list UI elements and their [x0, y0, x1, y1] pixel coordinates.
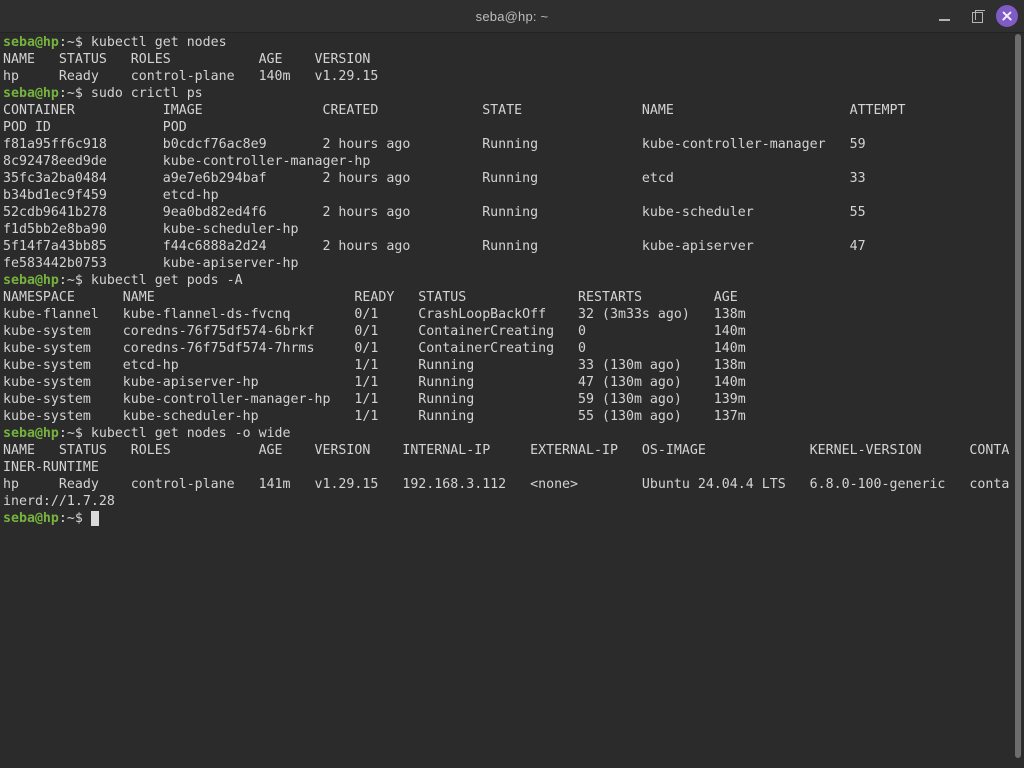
terminal-content[interactable]: seba@hp:~$ kubectl get nodesNAME STATUS …	[0, 33, 1024, 768]
terminal-line: seba@hp:~$ kubectl get nodes	[3, 34, 1024, 51]
minimize-icon	[939, 19, 950, 21]
prompt-suffix: :~$	[59, 511, 91, 526]
terminal-line: seba@hp:~$ kubectl get pods -A	[3, 272, 1024, 289]
prompt-user: seba@hp	[3, 86, 59, 101]
restore-window-icon	[972, 12, 983, 23]
prompt-user: seba@hp	[3, 426, 59, 441]
terminal-line: 8c92478eed9de kube-controller-manager-hp	[3, 153, 1024, 170]
terminal-line: kube-system etcd-hp 1/1 Running 33 (130m…	[3, 357, 1024, 374]
command-text: kubectl get nodes	[91, 35, 227, 50]
scrollbar	[1012, 33, 1024, 768]
terminal-line: 35fc3a2ba0484 a9e7e6b294baf 2 hours ago …	[3, 170, 1024, 187]
terminal-line: hp Ready control-plane 141m v1.29.15 192…	[3, 476, 1024, 493]
prompt-suffix: :~$	[59, 86, 91, 101]
terminal-line: f1d5bb2e8ba90 kube-scheduler-hp	[3, 221, 1024, 238]
terminal-line: NAME STATUS ROLES AGE VERSION	[3, 51, 1024, 68]
terminal-line: hp Ready control-plane 140m v1.29.15	[3, 68, 1024, 85]
command-text: kubectl get nodes -o wide	[91, 426, 291, 441]
terminal-line: inerd://1.7.28	[3, 493, 1024, 510]
terminal-line: INER-RUNTIME	[3, 459, 1024, 476]
scrollbar-thumb[interactable]	[1015, 34, 1021, 758]
command-text: sudo crictl ps	[91, 86, 203, 101]
prompt-user: seba@hp	[3, 35, 59, 50]
terminal-cursor	[91, 511, 99, 526]
window-controls	[932, 0, 1018, 32]
terminal-line: kube-flannel kube-flannel-ds-fvcnq 0/1 C…	[3, 306, 1024, 323]
terminal-line: seba@hp:~$ kubectl get nodes -o wide	[3, 425, 1024, 442]
terminal-line: kube-system kube-scheduler-hp 1/1 Runnin…	[3, 408, 1024, 425]
terminal-line: seba@hp:~$ sudo crictl ps	[3, 85, 1024, 102]
terminal-line: seba@hp:~$	[3, 510, 1024, 527]
terminal-line: kube-system coredns-76f75df574-6brkf 0/1…	[3, 323, 1024, 340]
titlebar[interactable]: seba@hp: ~	[0, 0, 1024, 33]
terminal-line: 52cdb9641b278 9ea0bd82ed4f6 2 hours ago …	[3, 204, 1024, 221]
close-button[interactable]	[996, 5, 1018, 27]
terminal-line: kube-system kube-controller-manager-hp 1…	[3, 391, 1024, 408]
terminal-line: NAME STATUS ROLES AGE VERSION INTERNAL-I…	[3, 442, 1024, 459]
terminal-line: NAMESPACE NAME READY STATUS RESTARTS AGE	[3, 289, 1024, 306]
terminal-line: kube-system coredns-76f75df574-7hrms 0/1…	[3, 340, 1024, 357]
terminal-line: CONTAINER IMAGE CREATED STATE NAME ATTEM…	[3, 102, 1024, 119]
terminal-line: POD ID POD	[3, 119, 1024, 136]
minimize-button[interactable]	[932, 4, 956, 28]
terminal-line: b34bd1ec9f459 etcd-hp	[3, 187, 1024, 204]
terminal-window: seba@hp: ~ seba@hp:~$ kubectl get nodesN…	[0, 0, 1024, 768]
prompt-suffix: :~$	[59, 273, 91, 288]
terminal-line: kube-system kube-apiserver-hp 1/1 Runnin…	[3, 374, 1024, 391]
command-text: kubectl get pods -A	[91, 273, 243, 288]
prompt-user: seba@hp	[3, 511, 59, 526]
prompt-suffix: :~$	[59, 35, 91, 50]
prompt-user: seba@hp	[3, 273, 59, 288]
terminal-line: f81a95ff6c918 b0cdcf76ac8e9 2 hours ago …	[3, 136, 1024, 153]
terminal-line: 5f14f7a43bb85 f44c6888a2d24 2 hours ago …	[3, 238, 1024, 255]
maximize-button[interactable]	[964, 4, 988, 28]
window-title: seba@hp: ~	[476, 9, 549, 24]
close-icon	[1002, 11, 1012, 21]
prompt-suffix: :~$	[59, 426, 91, 441]
terminal-line: fe583442b0753 kube-apiserver-hp	[3, 255, 1024, 272]
